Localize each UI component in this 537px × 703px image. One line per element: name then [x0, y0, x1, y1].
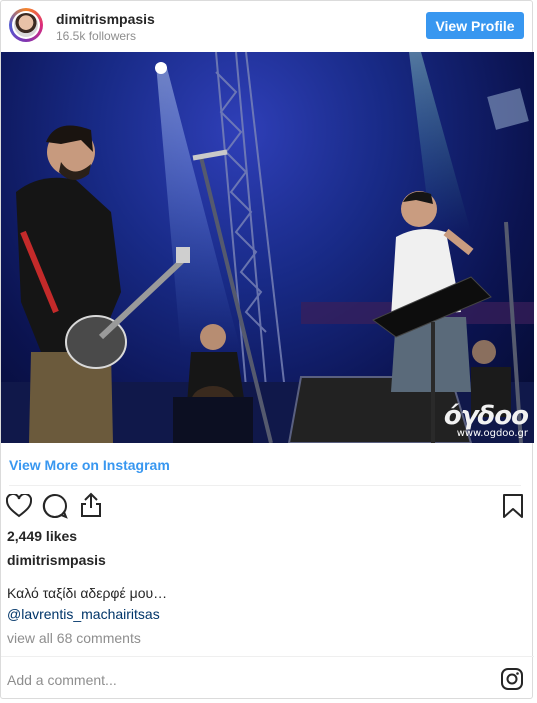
caption-username[interactable]: dimitrismpasis — [7, 552, 106, 568]
bookmark-icon[interactable] — [502, 493, 524, 524]
caption-mention[interactable]: @lavrentis_machairitsas — [7, 606, 160, 622]
like-count[interactable]: 2,449 likes — [7, 528, 77, 544]
caption-text: Καλό ταξίδι αδερφέ μου… — [7, 585, 168, 601]
comment-input[interactable]: Add a comment... — [7, 672, 117, 688]
view-profile-button[interactable]: View Profile — [426, 12, 524, 39]
concert-scene — [1, 52, 534, 443]
watermark-url: www.ogdoo.gr — [456, 428, 528, 439]
divider — [9, 485, 521, 486]
instagram-logo-icon[interactable] — [500, 667, 524, 696]
view-more-link[interactable]: View More on Instagram — [9, 457, 170, 473]
follower-count: 16.5k followers — [56, 29, 137, 43]
share-icon[interactable] — [79, 492, 103, 523]
view-comments-link[interactable]: view all 68 comments — [7, 630, 141, 646]
avatar[interactable] — [9, 8, 43, 42]
heart-icon[interactable] — [5, 492, 33, 523]
watermark-logo: όγδοο — [443, 401, 529, 431]
watermark: όγδοο www.ogdoo.gr — [443, 401, 529, 439]
header-username[interactable]: dimitrismpasis — [56, 11, 155, 27]
instagram-embed: dimitrismpasis 16.5k followers View Prof… — [0, 0, 534, 699]
post-photo[interactable]: όγδοο www.ogdoo.gr — [1, 52, 534, 443]
post-header: dimitrismpasis 16.5k followers View Prof… — [1, 1, 532, 51]
comment-icon[interactable] — [42, 493, 68, 524]
divider — [1, 656, 534, 657]
